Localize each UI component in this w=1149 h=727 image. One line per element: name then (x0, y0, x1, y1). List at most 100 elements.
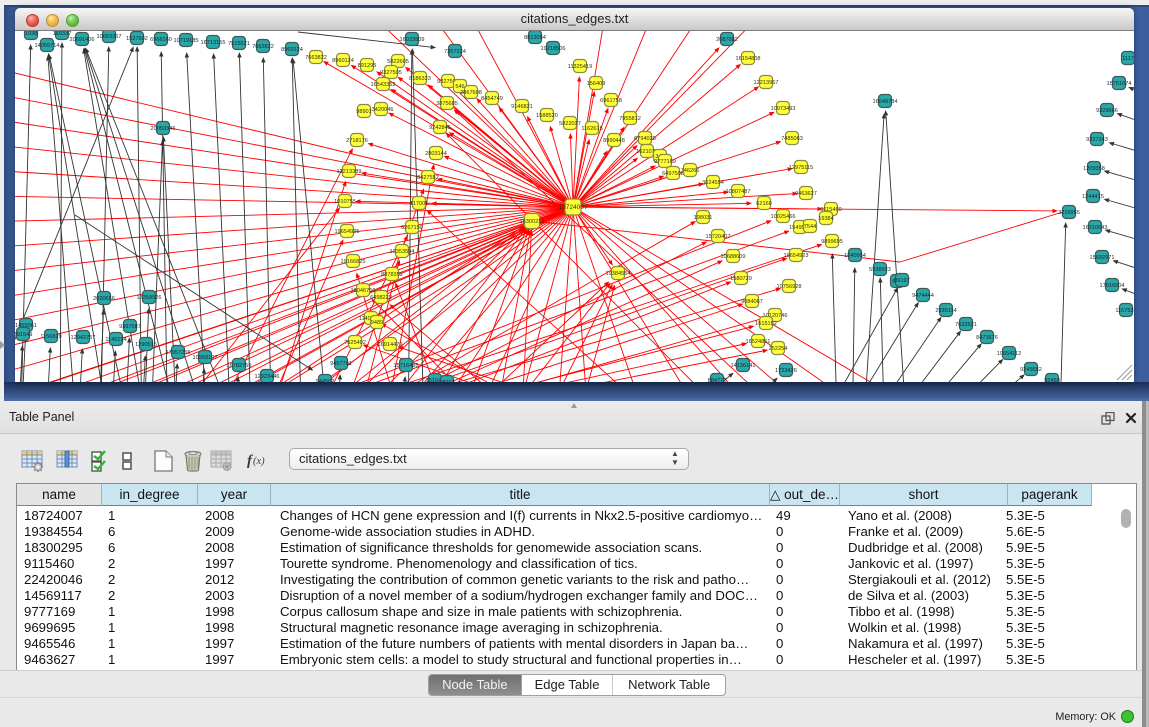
svg-text:160337: 160337 (53, 31, 72, 37)
svg-text:98901: 98901 (356, 109, 372, 115)
svg-text:6794028: 6794028 (634, 136, 656, 142)
svg-text:16046756: 16046756 (351, 288, 376, 294)
svg-text:9397587: 9397587 (119, 324, 141, 330)
svg-text:12975115: 12975115 (789, 165, 813, 171)
svg-text:8267150: 8267150 (401, 225, 423, 231)
svg-text:9327505: 9327505 (380, 70, 402, 76)
svg-text:2867608: 2867608 (460, 90, 482, 96)
svg-text:19384554: 19384554 (606, 271, 631, 277)
svg-text:19654923: 19654923 (784, 253, 809, 259)
svg-text:1145194: 1145194 (105, 337, 126, 343)
svg-text:8878352: 8878352 (381, 272, 403, 278)
svg-text:884772: 884772 (708, 378, 727, 382)
svg-text:156409: 156409 (587, 81, 606, 87)
svg-text:391549: 391549 (15, 332, 32, 338)
svg-text:14136141: 14136141 (731, 363, 756, 369)
svg-text:12942757: 12942757 (71, 335, 96, 341)
svg-text:14055714: 14055714 (35, 43, 60, 49)
svg-text:9245652: 9245652 (1020, 367, 1042, 373)
svg-text:8471676: 8471676 (976, 335, 998, 341)
svg-text:5822605: 5822605 (387, 59, 409, 65)
svg-text:9457791: 9457791 (330, 361, 352, 367)
svg-text:10756928: 10756928 (777, 284, 802, 290)
svg-text:10025466: 10025466 (771, 214, 796, 220)
svg-text:2935114: 2935114 (935, 308, 956, 314)
svg-text:6498222: 6498222 (370, 295, 392, 301)
svg-text:19166825: 19166825 (341, 259, 366, 265)
svg-text:1580729: 1580729 (730, 276, 752, 282)
svg-text:16543362: 16543362 (371, 82, 396, 88)
svg-text:252254: 252254 (769, 346, 788, 352)
svg-text:19654925: 19654925 (335, 229, 360, 235)
svg-text:9474444: 9474444 (912, 293, 934, 299)
svg-text:2718176: 2718176 (346, 138, 368, 144)
svg-text:198031: 198031 (694, 215, 713, 221)
svg-text:17957255: 17957255 (166, 350, 191, 356)
svg-text:19218506: 19218506 (541, 46, 566, 52)
svg-text:8186323: 8186323 (409, 76, 431, 82)
svg-text:1209358: 1209358 (1083, 166, 1105, 172)
svg-text:3875685: 3875685 (436, 101, 458, 107)
svg-text:10653267: 10653267 (97, 34, 122, 40)
svg-text:3624554: 3624554 (702, 180, 724, 186)
svg-text:746266: 746266 (681, 168, 700, 174)
svg-text:8813054: 8813054 (524, 35, 546, 41)
svg-text:1167533: 1167533 (1115, 308, 1134, 314)
svg-text:9463627: 9463627 (795, 191, 817, 197)
svg-text:1290515: 1290515 (135, 342, 157, 348)
svg-text:16154808: 16154808 (736, 56, 761, 62)
svg-text:16782759: 16782759 (227, 363, 252, 369)
svg-text:92450: 92450 (1044, 378, 1060, 382)
svg-text:9084067: 9084067 (741, 299, 763, 305)
svg-text:16210643: 16210643 (1083, 225, 1108, 231)
svg-text:9489: 9489 (371, 320, 383, 326)
svg-text:891295: 891295 (358, 63, 377, 69)
svg-text:7625402: 7625402 (344, 340, 366, 346)
svg-text:2803144: 2803144 (425, 151, 447, 157)
svg-text:7544: 7544 (804, 224, 816, 230)
svg-text:62160: 62160 (756, 201, 772, 207)
svg-text:98213: 98213 (439, 380, 455, 382)
svg-text:10958107: 10958107 (193, 355, 218, 361)
svg-text:1244415: 1244415 (1082, 194, 1104, 200)
svg-text:12353594: 12353594 (390, 249, 415, 255)
svg-text:9227343: 9227343 (1086, 137, 1108, 143)
svg-text:16648784: 16648784 (873, 99, 898, 105)
svg-text:1010755: 1010755 (334, 199, 356, 205)
svg-text:10688609: 10688609 (721, 254, 746, 260)
svg-text:1938: 1938 (25, 31, 37, 37)
svg-text:944502: 944502 (316, 379, 335, 382)
svg-text:12923446: 12923446 (255, 374, 280, 380)
svg-text:9899695: 9899695 (821, 239, 843, 245)
svg-text:89197: 89197 (894, 278, 910, 284)
svg-text:7663822: 7663822 (252, 44, 274, 50)
svg-text:1117: 1117 (1122, 56, 1134, 62)
svg-text:9242845: 9242845 (429, 125, 451, 131)
svg-text:19384: 19384 (818, 216, 834, 222)
svg-text:5822037: 5822037 (559, 121, 581, 127)
svg-text:8990448: 8990448 (603, 138, 625, 144)
svg-text:1588520: 1588520 (536, 113, 558, 119)
svg-text:6966160: 6966160 (150, 37, 172, 43)
svg-text:17359926: 17359926 (137, 295, 162, 301)
svg-text:10654112: 10654112 (997, 351, 1021, 357)
svg-text:16033809: 16033809 (400, 37, 425, 43)
svg-text:7485063: 7485063 (781, 136, 803, 142)
svg-text:16914479: 16914479 (378, 342, 403, 348)
svg-text:8454749: 8454749 (481, 96, 503, 102)
svg-text:7357224: 7357224 (444, 49, 466, 55)
svg-text:18724007: 18724007 (559, 204, 588, 211)
svg-text:9146821: 9146821 (511, 104, 533, 110)
svg-text:10973493: 10973493 (771, 106, 796, 112)
svg-text:12213389: 12213389 (337, 169, 362, 175)
svg-text:2020656: 2020656 (93, 296, 115, 302)
svg-text:17016504: 17016504 (1100, 283, 1125, 289)
svg-text:11325419: 11325419 (568, 64, 592, 70)
svg-text:7663822: 7663822 (305, 55, 327, 61)
svg-text:1640954: 1640954 (844, 253, 866, 259)
svg-text:9777169: 9777169 (654, 159, 676, 165)
svg-text:5938923: 5938923 (869, 267, 891, 273)
svg-text:7632621: 7632621 (955, 322, 977, 328)
svg-text:10807487: 10807487 (726, 189, 751, 195)
svg-text:12213967: 12213967 (754, 80, 779, 86)
